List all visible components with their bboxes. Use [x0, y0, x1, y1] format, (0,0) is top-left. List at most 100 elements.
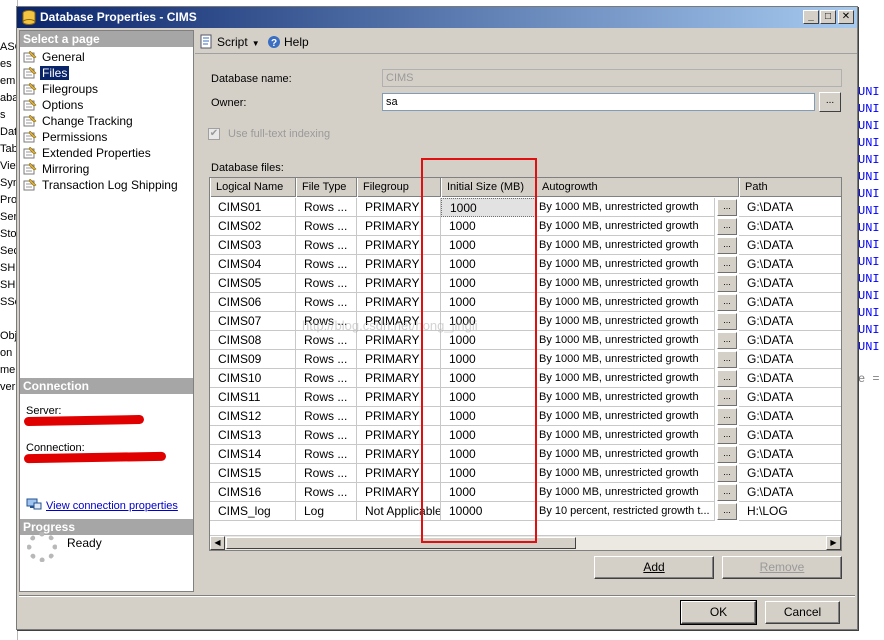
cell-logical-name[interactable]: CIMS15 [210, 464, 296, 483]
table-row[interactable]: CIMS_log Log Not Applicable 10000 By 10 perc… [210, 502, 841, 521]
cell-logical-name[interactable]: CIMS06 [210, 293, 296, 312]
table-row[interactable]: CIMS02 Rows ... PRIMARY 1000 By 1000 MB, unr… [210, 217, 841, 236]
autogrowth-edit-button[interactable]: ... [717, 465, 737, 482]
table-row[interactable]: CIMS10 Rows ... PRIMARY 1000 By 1000 MB, unr… [210, 369, 841, 388]
cell-initial-size[interactable]: 1000 [441, 445, 536, 464]
owner-field[interactable]: sa [382, 93, 815, 111]
cell-initial-size[interactable]: 1000 [441, 274, 536, 293]
column-header-filegroup[interactable]: Filegroup [357, 178, 441, 197]
help-button[interactable]: ? Help [267, 34, 309, 50]
cell-logical-name[interactable]: CIMS13 [210, 426, 296, 445]
autogrowth-edit-button[interactable]: ... [717, 370, 737, 387]
remove-button[interactable]: Remove [722, 556, 842, 579]
column-header-path[interactable]: Path [739, 178, 841, 197]
cell-initial-size[interactable]: 1000 [441, 388, 536, 407]
dropdown-arrow-icon[interactable]: ▼ [252, 39, 260, 48]
cell-initial-size[interactable]: 1000 [441, 312, 536, 331]
table-row[interactable]: CIMS11 Rows ... PRIMARY 1000 By 1000 MB, unr… [210, 388, 841, 407]
autogrowth-edit-button[interactable]: ... [717, 332, 737, 349]
ok-button[interactable]: OK [680, 600, 757, 625]
scroll-left-icon[interactable]: ◀ [210, 536, 225, 550]
autogrowth-edit-button[interactable]: ... [717, 218, 737, 235]
table-row[interactable]: CIMS14 Rows ... PRIMARY 1000 By 1000 MB, unr… [210, 445, 841, 464]
cell-logical-name[interactable]: CIMS05 [210, 274, 296, 293]
page-item-mirroring[interactable]: Mirroring [23, 161, 91, 177]
close-button[interactable]: ✕ [838, 10, 854, 24]
page-item-options[interactable]: Options [23, 97, 85, 113]
cell-initial-size[interactable]: 1000 [441, 198, 536, 217]
autogrowth-edit-button[interactable]: ... [717, 237, 737, 254]
autogrowth-edit-button[interactable]: ... [717, 199, 737, 216]
add-button[interactable]: Add [594, 556, 714, 579]
autogrowth-edit-button[interactable]: ... [717, 256, 737, 273]
autogrowth-edit-button[interactable]: ... [717, 275, 737, 292]
owner-browse-button[interactable]: ... [819, 92, 841, 112]
scroll-right-icon[interactable]: ▶ [826, 536, 841, 550]
cell-initial-size[interactable]: 1000 [441, 483, 536, 502]
view-connection-properties[interactable]: View connection properties [26, 498, 178, 512]
cell-initial-size[interactable]: 1000 [441, 350, 536, 369]
autogrowth-edit-button[interactable]: ... [717, 313, 737, 330]
table-row[interactable]: CIMS04 Rows ... PRIMARY 1000 By 1000 MB, unr… [210, 255, 841, 274]
autogrowth-edit-button[interactable]: ... [717, 389, 737, 406]
cell-logical-name[interactable]: CIMS03 [210, 236, 296, 255]
cell-initial-size[interactable]: 1000 [441, 369, 536, 388]
maximize-button[interactable]: □ [820, 10, 836, 24]
minimize-button[interactable]: _ [803, 10, 819, 24]
table-row[interactable]: CIMS03 Rows ... PRIMARY 1000 By 1000 MB, unr… [210, 236, 841, 255]
cell-logical-name[interactable]: CIMS04 [210, 255, 296, 274]
view-connection-link[interactable]: View connection properties [46, 500, 178, 512]
column-header-file-type[interactable]: File Type [296, 178, 357, 197]
horizontal-scrollbar[interactable]: ◀ ▶ [210, 535, 841, 550]
cell-initial-size[interactable]: 1000 [441, 255, 536, 274]
table-row[interactable]: CIMS15 Rows ... PRIMARY 1000 By 1000 MB, unr… [210, 464, 841, 483]
autogrowth-edit-button[interactable]: ... [717, 408, 737, 425]
column-header-autogrowth[interactable]: Autogrowth [536, 178, 739, 197]
cell-initial-size[interactable]: 1000 [441, 293, 536, 312]
cell-logical-name[interactable]: CIMS16 [210, 483, 296, 502]
cell-logical-name[interactable]: CIMS10 [210, 369, 296, 388]
cancel-button[interactable]: Cancel [765, 601, 840, 624]
cell-logical-name[interactable]: CIMS01 [210, 198, 296, 217]
autogrowth-edit-button[interactable]: ... [717, 294, 737, 311]
autogrowth-edit-button[interactable]: ... [717, 484, 737, 501]
table-row[interactable]: CIMS01 Rows ... PRIMARY 1000 By 1000 MB, unr… [210, 198, 841, 217]
page-item-general[interactable]: General [23, 49, 87, 65]
cell-logical-name[interactable]: CIMS14 [210, 445, 296, 464]
page-item-files[interactable]: Files [23, 65, 70, 81]
table-row[interactable]: CIMS13 Rows ... PRIMARY 1000 By 1000 MB, unr… [210, 426, 841, 445]
cell-initial-size[interactable]: 10000 [441, 502, 536, 521]
page-item-transaction-log-shipping[interactable]: Transaction Log Shipping [23, 177, 180, 193]
table-row[interactable]: CIMS09 Rows ... PRIMARY 1000 By 1000 MB, unr… [210, 350, 841, 369]
title-bar[interactable]: Database Properties - CIMS _ □ ✕ [17, 7, 857, 28]
column-header-initial-size-mb[interactable]: Initial Size (MB) [441, 178, 536, 197]
cell-initial-size[interactable]: 1000 [441, 331, 536, 350]
column-header-logical-name[interactable]: Logical Name [210, 178, 296, 197]
table-row[interactable]: CIMS12 Rows ... PRIMARY 1000 By 1000 MB, unr… [210, 407, 841, 426]
table-row[interactable]: CIMS16 Rows ... PRIMARY 1000 By 1000 MB, unr… [210, 483, 841, 502]
cell-logical-name[interactable]: CIMS02 [210, 217, 296, 236]
cell-logical-name[interactable]: CIMS_log [210, 502, 296, 521]
cell-initial-size[interactable]: 1000 [441, 217, 536, 236]
cell-logical-name[interactable]: CIMS12 [210, 407, 296, 426]
script-button[interactable]: Script ▼ [199, 34, 260, 50]
autogrowth-edit-button[interactable]: ... [717, 503, 737, 520]
page-item-extended-properties[interactable]: Extended Properties [23, 145, 153, 161]
cell-logical-name[interactable]: CIMS09 [210, 350, 296, 369]
table-row[interactable]: CIMS06 Rows ... PRIMARY 1000 By 1000 MB, unr… [210, 293, 841, 312]
fulltext-checkbox[interactable]: ✔ [208, 128, 220, 140]
table-row[interactable]: CIMS07 Rows ... PRIMARY 1000 By 1000 MB, unr… [210, 312, 841, 331]
cell-initial-size[interactable]: 1000 [441, 426, 536, 445]
autogrowth-edit-button[interactable]: ... [717, 351, 737, 368]
autogrowth-edit-button[interactable]: ... [717, 427, 737, 444]
page-item-filegroups[interactable]: Filegroups [23, 81, 100, 97]
table-row[interactable]: CIMS08 Rows ... PRIMARY 1000 By 1000 MB, unr… [210, 331, 841, 350]
page-item-change-tracking[interactable]: Change Tracking [23, 113, 135, 129]
scroll-thumb[interactable] [226, 537, 576, 549]
cell-logical-name[interactable]: CIMS07 [210, 312, 296, 331]
cell-initial-size[interactable]: 1000 [441, 407, 536, 426]
cell-initial-size[interactable]: 1000 [441, 236, 536, 255]
autogrowth-edit-button[interactable]: ... [717, 446, 737, 463]
table-row[interactable]: CIMS05 Rows ... PRIMARY 1000 By 1000 MB, unr… [210, 274, 841, 293]
page-item-permissions[interactable]: Permissions [23, 129, 109, 145]
